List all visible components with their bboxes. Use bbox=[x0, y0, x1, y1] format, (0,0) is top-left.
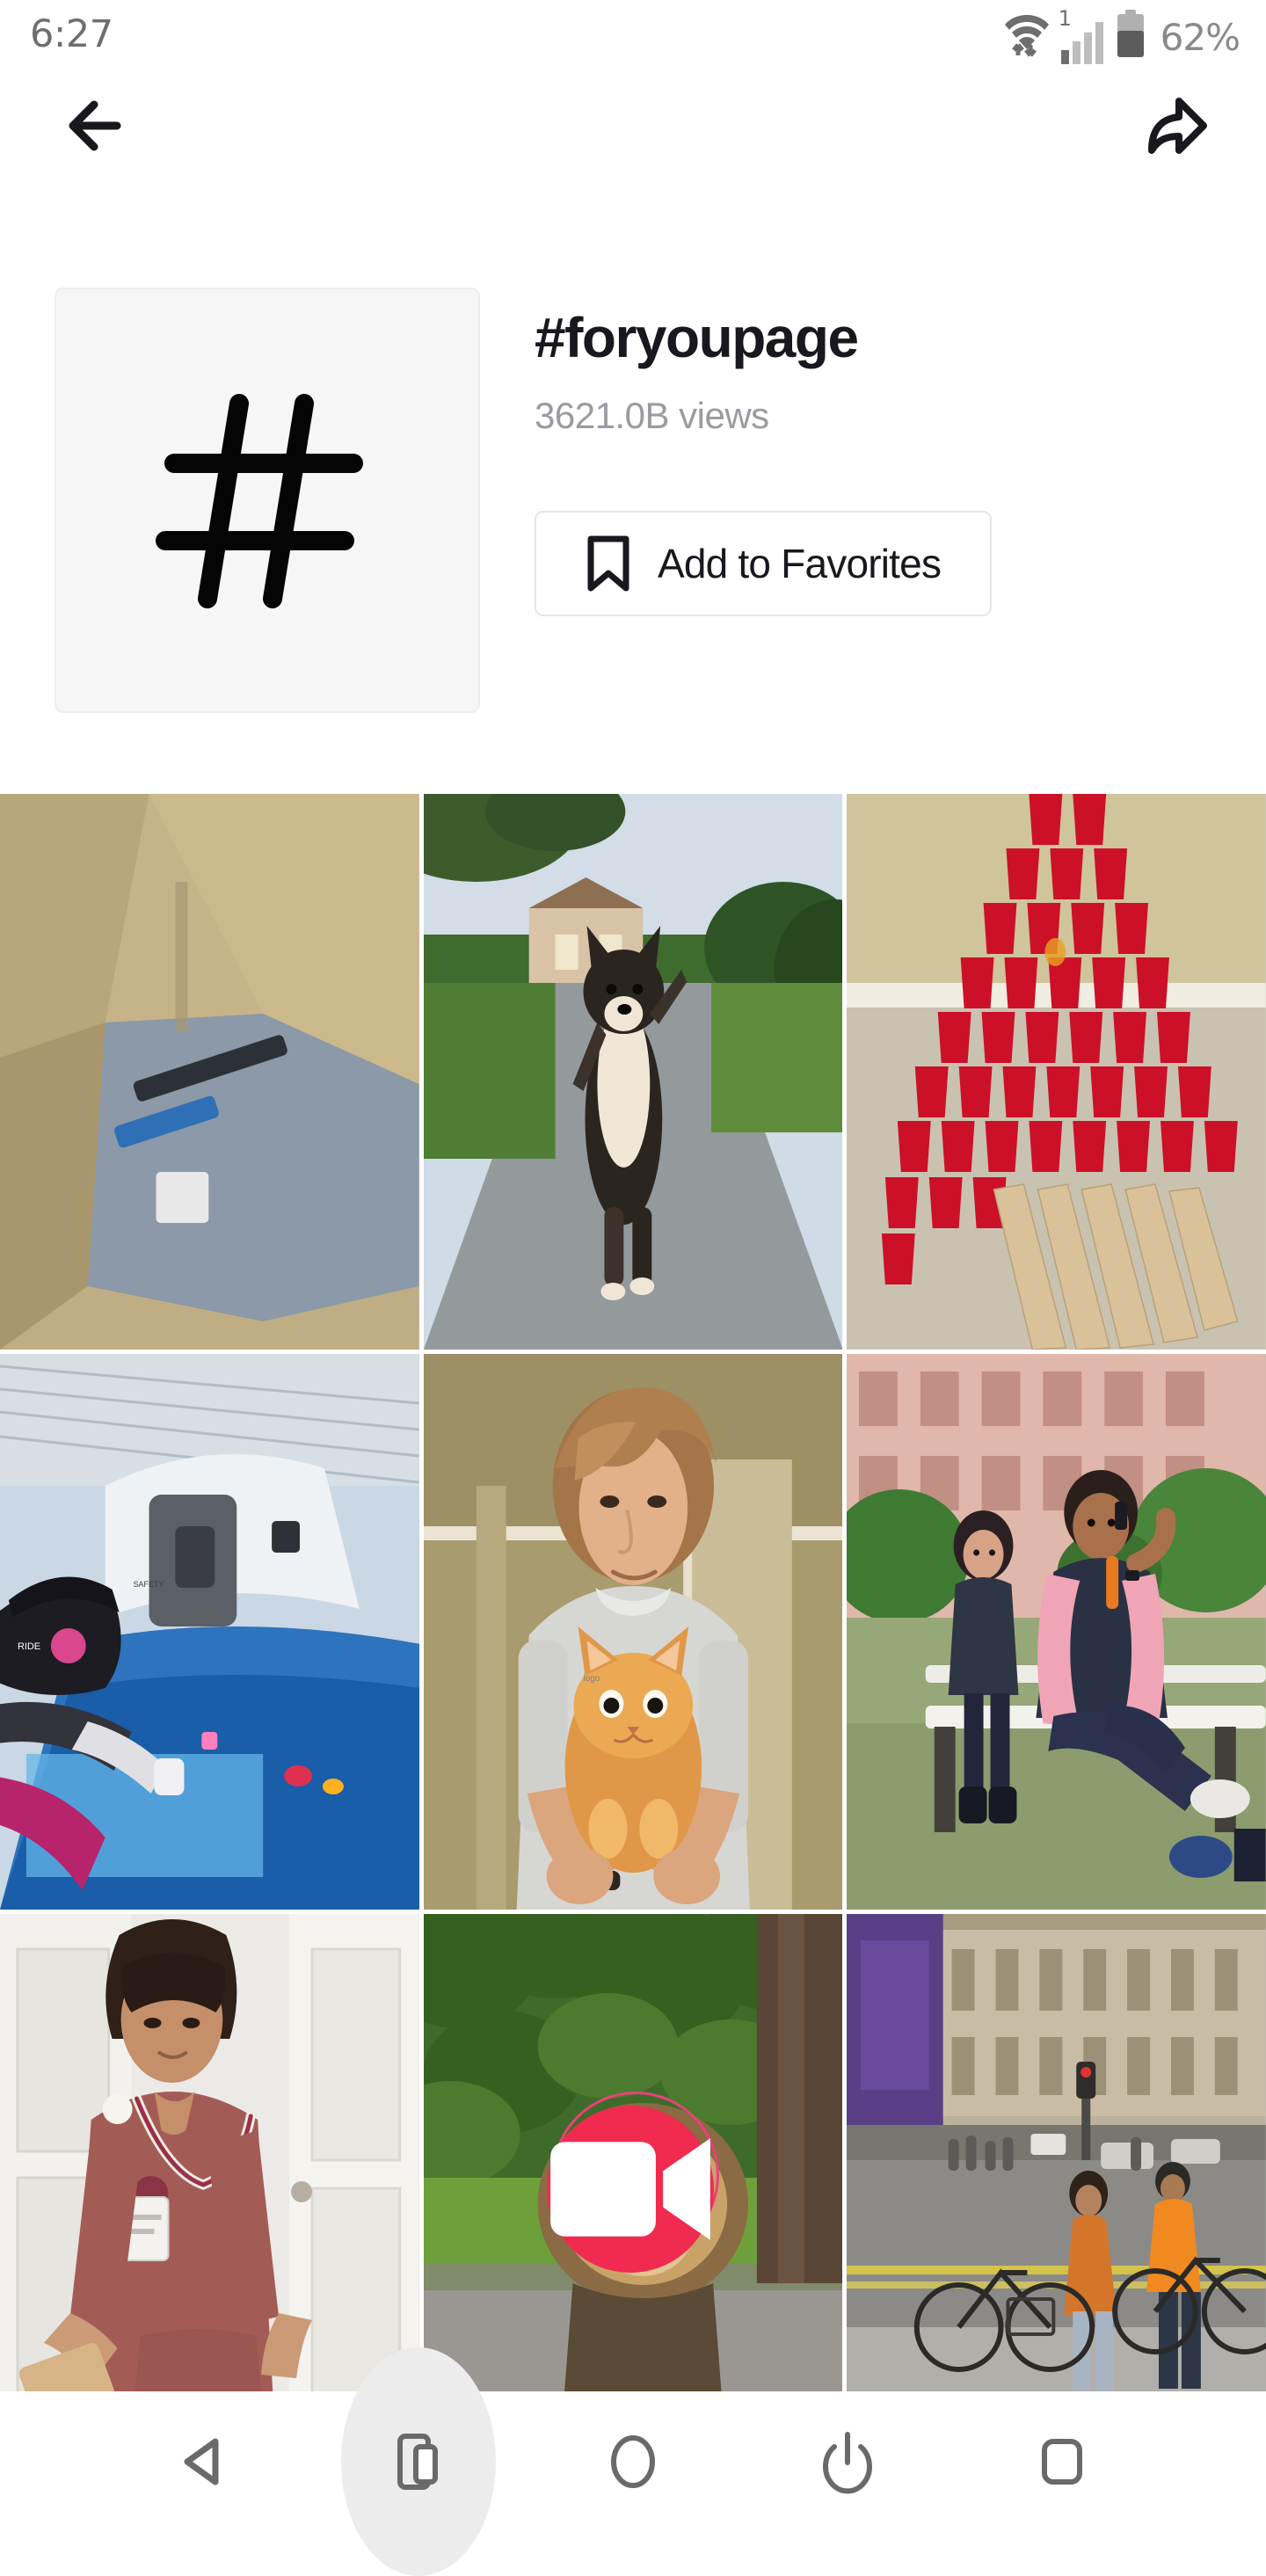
video-tile[interactable] bbox=[847, 794, 1266, 1350]
svg-text:SAFETY: SAFETY bbox=[134, 1580, 164, 1589]
arrow-left-icon bbox=[55, 89, 129, 163]
hashtag-icon bbox=[135, 368, 399, 632]
video-tile[interactable] bbox=[0, 794, 419, 1350]
svg-text:logo: logo bbox=[583, 1674, 600, 1684]
video-tile[interactable] bbox=[847, 1354, 1266, 1910]
system-power-button[interactable] bbox=[786, 2400, 909, 2523]
status-bar: 6:27 1 62% bbox=[0, 0, 1266, 69]
share-arrow-icon bbox=[1140, 89, 1214, 163]
hashtag-avatar bbox=[55, 287, 480, 713]
video-tile[interactable] bbox=[0, 1914, 419, 2470]
signal-bars-icon: 1 bbox=[1060, 10, 1106, 59]
wifi-transfer-icon bbox=[1001, 10, 1052, 59]
page-title: #foryoupage bbox=[535, 307, 1266, 368]
bookmark-icon bbox=[586, 535, 631, 592]
video-grid: RIDE SAFETY bbox=[0, 794, 1266, 2470]
video-tile[interactable] bbox=[424, 1914, 843, 2470]
add-to-favorites-button[interactable]: Add to Favorites bbox=[535, 511, 992, 616]
view-count: 3621.0B views bbox=[535, 395, 1266, 437]
hashtag-info: #foryoupage 3621.0B views Add to Favorit… bbox=[480, 287, 1266, 713]
video-tile[interactable]: RIDE SAFETY bbox=[0, 1354, 419, 1910]
signal-count-label: 1 bbox=[1059, 6, 1072, 31]
battery-percent-label: 62% bbox=[1160, 16, 1240, 59]
phone-screenshot-icon bbox=[384, 2427, 453, 2496]
system-back-button[interactable] bbox=[142, 2400, 266, 2523]
system-home-button[interactable] bbox=[571, 2400, 695, 2523]
video-tile[interactable]: CLOSE bbox=[847, 1914, 1266, 2470]
video-tile[interactable] bbox=[424, 794, 843, 1350]
top-navigation-bar bbox=[0, 69, 1266, 183]
status-time: 6:27 bbox=[30, 12, 113, 56]
power-icon bbox=[813, 2427, 882, 2496]
video-tile[interactable]: logo bbox=[424, 1354, 843, 1910]
back-button[interactable] bbox=[44, 77, 141, 174]
svg-text:RIDE: RIDE bbox=[18, 1641, 40, 1652]
battery-icon bbox=[1114, 10, 1147, 59]
hashtag-header: #foryoupage 3621.0B views Add to Favorit… bbox=[0, 266, 1266, 713]
circle-icon bbox=[599, 2427, 667, 2496]
add-to-favorites-label: Add to Favorites bbox=[658, 540, 941, 587]
system-recents-button[interactable] bbox=[1000, 2400, 1124, 2523]
triangle-left-icon bbox=[170, 2427, 238, 2496]
system-navigation-bar bbox=[0, 2391, 1266, 2532]
square-icon bbox=[1028, 2427, 1096, 2496]
status-icons: 1 62% bbox=[1001, 10, 1240, 59]
system-screenshot-button[interactable] bbox=[357, 2400, 480, 2523]
share-button[interactable] bbox=[1129, 77, 1226, 174]
